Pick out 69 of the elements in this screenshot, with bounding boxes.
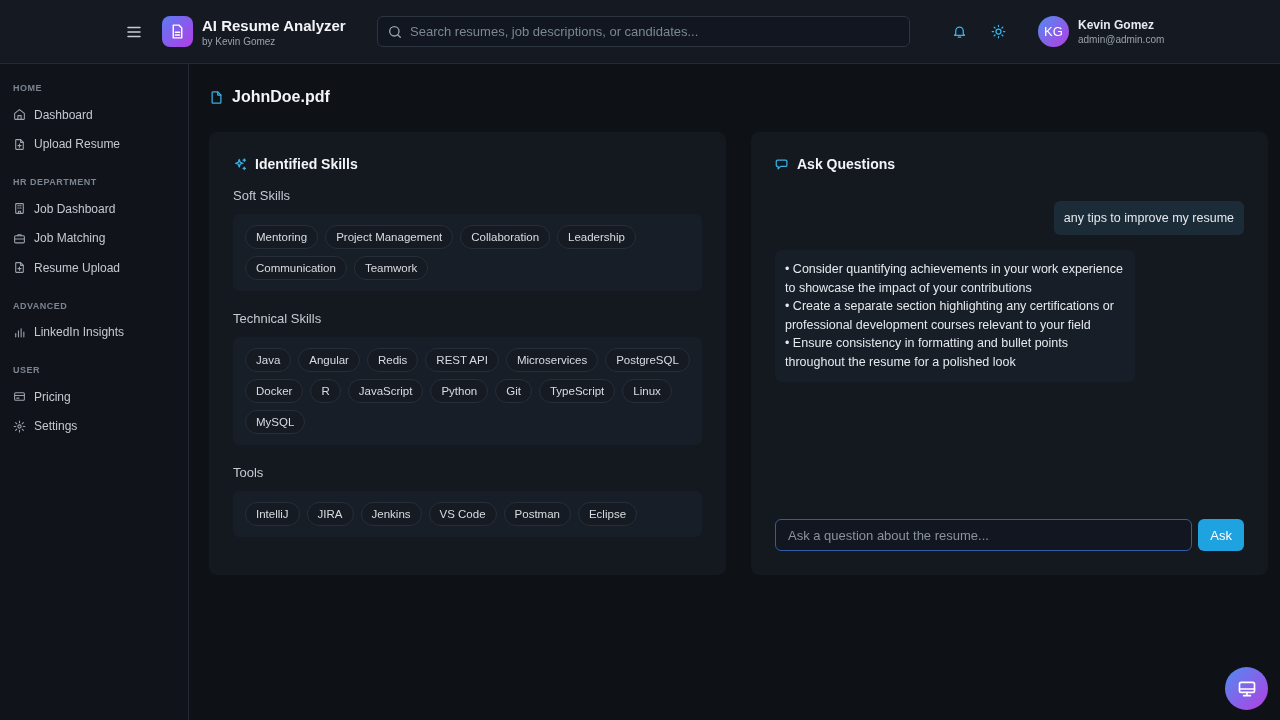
skill-group-heading: Soft Skills bbox=[233, 188, 292, 203]
skill-tag: Java bbox=[245, 348, 292, 372]
skill-tag: Jenkins bbox=[360, 502, 422, 526]
skill-tag: Linux bbox=[622, 379, 672, 403]
home-icon bbox=[13, 108, 26, 122]
page-title: JohnDoe.pdf bbox=[232, 88, 330, 106]
sidebar-section-heading: HR DEPARTMENT bbox=[12, 177, 98, 187]
skill-tag: Git bbox=[495, 379, 532, 403]
skill-tag: JavaScript bbox=[347, 379, 424, 403]
sidebar-item[interactable]: Dashboard bbox=[0, 100, 188, 130]
building-icon bbox=[13, 202, 26, 216]
user-message: any tips to improve my resume bbox=[1053, 201, 1244, 235]
sidebar-item[interactable]: Job Dashboard bbox=[0, 194, 188, 224]
sidebar-item[interactable]: Job Matching bbox=[0, 223, 188, 253]
sidebar-item[interactable]: Settings bbox=[0, 411, 188, 441]
skill-tag: Collaboration bbox=[460, 225, 551, 249]
skill-tag: IntelliJ bbox=[245, 502, 300, 526]
bar-chart-icon bbox=[13, 325, 26, 339]
skill-tag: Postman bbox=[503, 502, 571, 526]
sidebar-item[interactable]: Pricing bbox=[0, 382, 188, 412]
question-input[interactable]: Ask a question about the resume... bbox=[775, 519, 1193, 551]
sidebar-section-heading: ADVANCED bbox=[12, 300, 69, 311]
search-field[interactable]: Search resumes, job descriptions, or candidates... bbox=[377, 16, 910, 47]
credit-card-icon bbox=[13, 390, 26, 404]
skill-tag: MySQL bbox=[245, 410, 306, 434]
sidebar-item[interactable]: LinkedIn Insights bbox=[0, 317, 188, 347]
app-subtitle: by Kevin Gomez bbox=[202, 35, 277, 47]
settings-icon bbox=[13, 419, 26, 433]
skill-tag: VS Code bbox=[428, 502, 497, 526]
skill-tag: JIRA bbox=[306, 502, 354, 526]
card-title: Ask Questions bbox=[797, 156, 896, 172]
skill-tag: Leadership bbox=[557, 225, 636, 249]
skill-tag: R bbox=[310, 379, 341, 403]
sidebar-item[interactable]: Upload Resume bbox=[0, 129, 188, 159]
sidebar-section-heading: HOME bbox=[12, 83, 43, 93]
bell-icon bbox=[952, 24, 967, 39]
skill-group-heading: Tools bbox=[233, 465, 265, 480]
app-title: AI Resume Analyzer bbox=[202, 16, 347, 34]
sun-icon bbox=[991, 24, 1006, 39]
sidebar-section-heading: USER bbox=[12, 365, 41, 375]
skill-tag: Eclipse bbox=[577, 502, 638, 526]
answer-message: • Consider quantifying achievements in your work experience to showcase the impact of your contributions • Create a separate section highlighting any certifications or professional development courses relevant to your field • Ensure consistency in formatting and bullet points throughout the resume for a polished look bbox=[775, 250, 1135, 382]
skill-tag: Microservices bbox=[505, 348, 599, 372]
skill-group-heading: Technical Skills bbox=[233, 311, 323, 326]
skill-tag: Angular bbox=[298, 348, 360, 372]
skill-tag: REST API bbox=[425, 348, 499, 372]
skill-tag: Docker bbox=[245, 379, 304, 403]
skill-tag: TypeScript bbox=[538, 379, 616, 403]
skill-tag: PostgreSQL bbox=[605, 348, 690, 372]
skill-tag: Communication bbox=[245, 256, 347, 280]
sidebar-item[interactable]: Resume Upload bbox=[0, 253, 188, 283]
floating-action-button[interactable] bbox=[1225, 667, 1268, 710]
file-icon bbox=[13, 261, 26, 275]
file-icon bbox=[13, 137, 26, 151]
skill-tag: Project Management bbox=[325, 225, 454, 249]
briefcase-icon bbox=[13, 231, 26, 245]
user-email: admin@admin.com bbox=[1078, 34, 1166, 45]
file-icon bbox=[209, 89, 224, 105]
user-avatar[interactable]: KG bbox=[1038, 16, 1069, 47]
chat-icon bbox=[775, 156, 790, 172]
notifications-button[interactable] bbox=[952, 24, 967, 39]
card-title: Identified Skills bbox=[255, 156, 358, 172]
skill-tag: Python bbox=[430, 379, 489, 403]
user-name: Kevin Gomez bbox=[1078, 18, 1156, 32]
theme-toggle-button[interactable] bbox=[991, 24, 1006, 39]
sparkles-icon bbox=[233, 156, 248, 172]
skill-tag: Teamwork bbox=[353, 256, 429, 280]
skill-tag: Mentoring bbox=[245, 225, 319, 249]
skill-tag: Redis bbox=[366, 348, 419, 372]
